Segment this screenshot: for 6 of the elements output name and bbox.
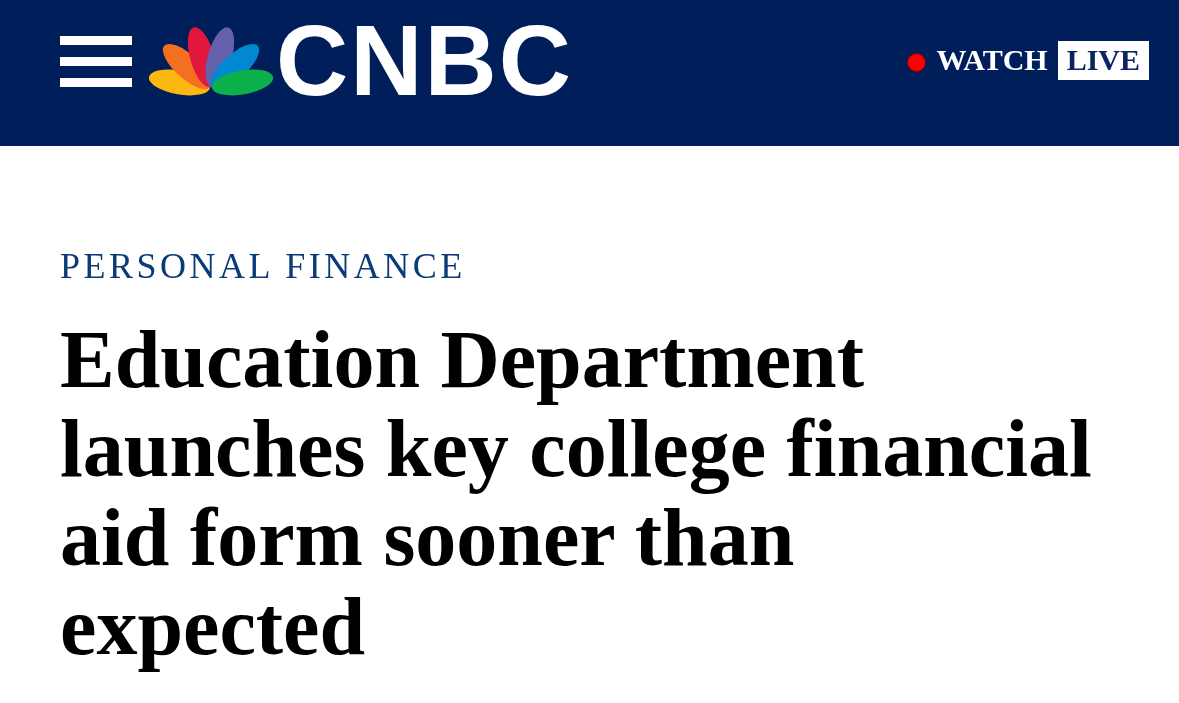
headline: Education Department launches key college financial aid form sooner than expected bbox=[60, 315, 1093, 671]
logo-link[interactable]: CNBC bbox=[149, 10, 573, 110]
menu-icon[interactable] bbox=[60, 36, 132, 87]
watch-live-link[interactable]: WATCH LIVE bbox=[906, 40, 1149, 80]
live-badge: LIVE bbox=[1057, 40, 1149, 80]
section-label: PERSONAL FINANCE bbox=[60, 248, 466, 284]
